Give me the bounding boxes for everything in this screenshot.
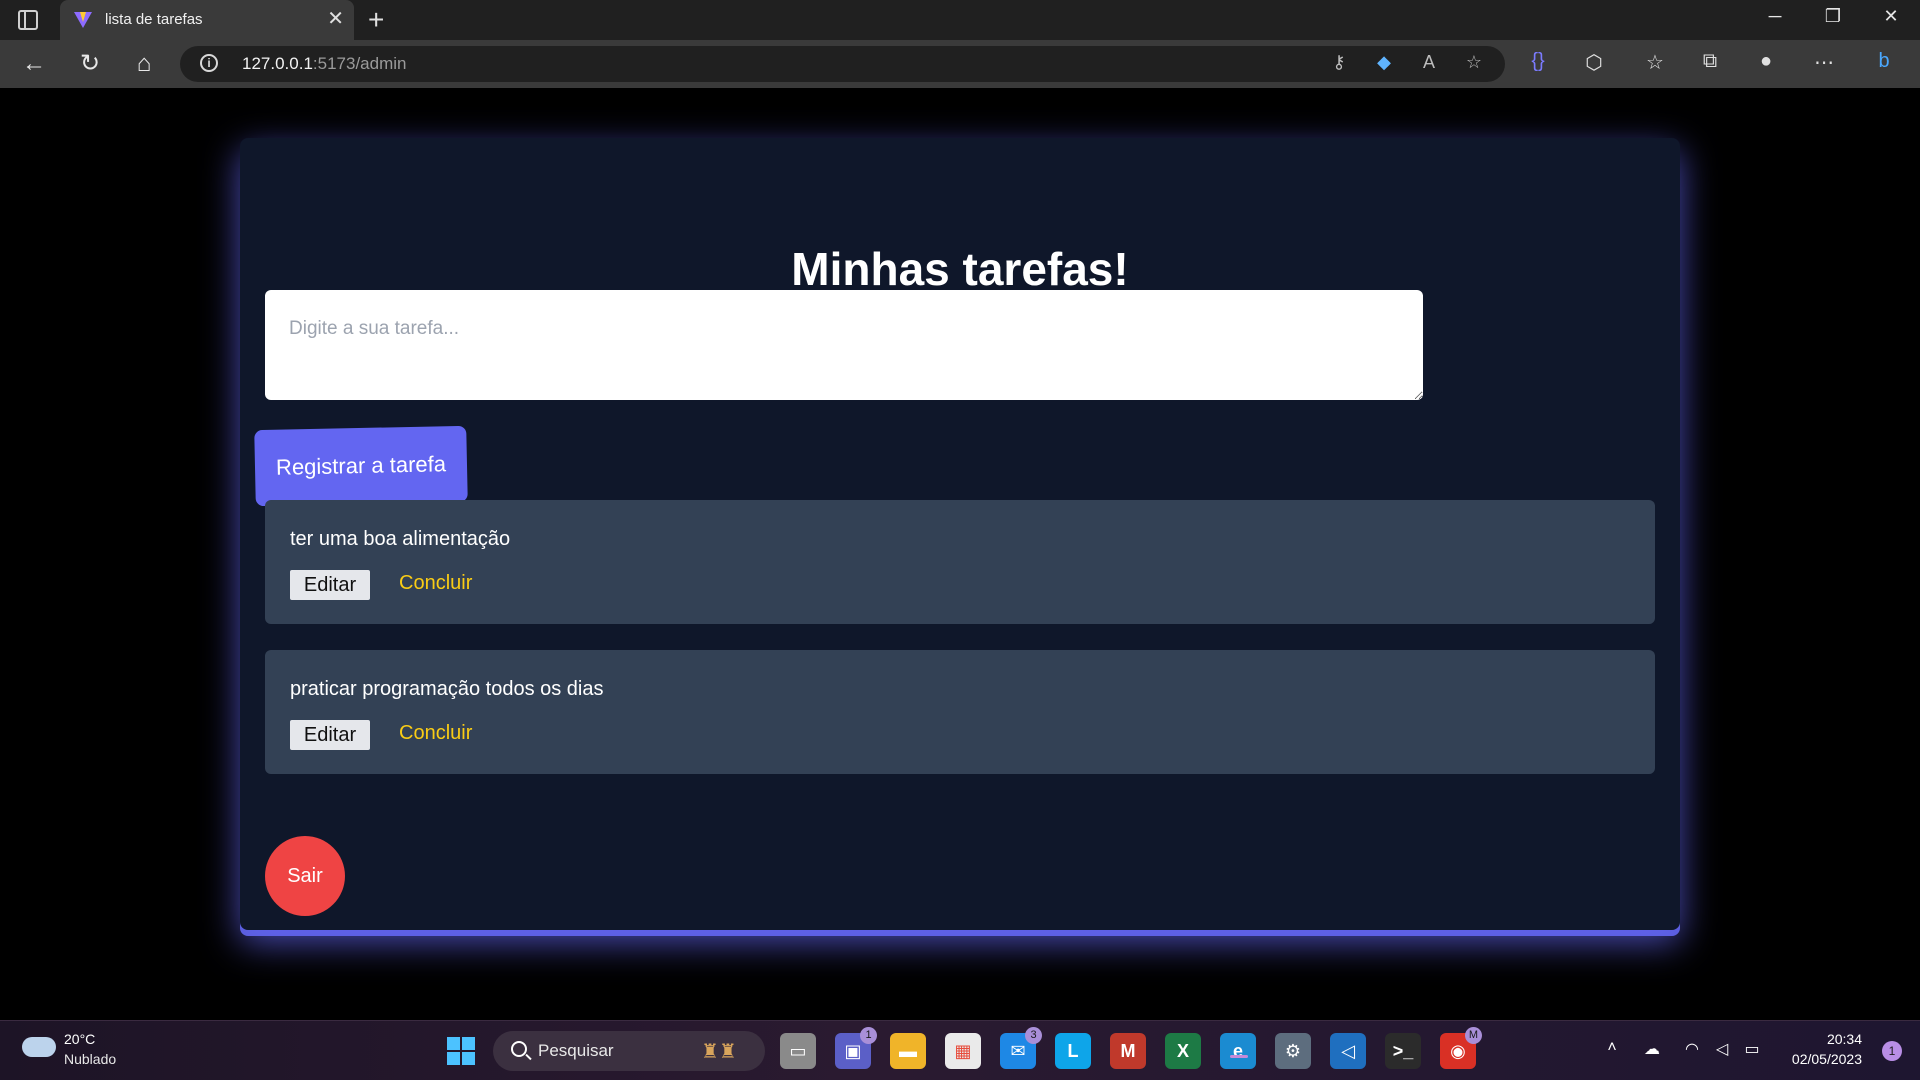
task-text: ter uma boa alimentação — [290, 528, 511, 550]
weather-temperature[interactable]: 20°C — [64, 1031, 95, 1047]
windows-start-icon[interactable] — [447, 1037, 475, 1065]
maximize-icon[interactable]: ❐ — [1810, 6, 1856, 27]
chevron-up-icon[interactable]: ˄ — [1600, 1039, 1624, 1057]
teams-badge: 1 — [860, 1027, 877, 1044]
favorites-icon[interactable]: ☆ — [1641, 50, 1669, 75]
more-options-icon[interactable]: ⋯ — [1810, 50, 1838, 75]
wifi-icon[interactable]: ◠ — [1680, 1039, 1704, 1059]
page-viewport: Minhas tarefas! Registrar a tarefa ter u… — [0, 88, 1920, 1020]
browser-toolbar: ← ↻ ⌂ i 127.0.0.1:5173/admin ⚷ ◆ A ☆ {} … — [0, 40, 1920, 88]
collections-icon[interactable]: ⧉ — [1696, 50, 1724, 73]
chrome-profile-badge: M — [1465, 1027, 1482, 1044]
edit-task-button[interactable]: Editar — [290, 720, 370, 750]
onedrive-cloud-icon[interactable]: ☁ — [1640, 1039, 1664, 1059]
complete-task-button[interactable]: Concluir — [399, 572, 472, 595]
mcafee-icon[interactable]: M — [1110, 1033, 1146, 1069]
key-icon[interactable]: ⚷ — [1327, 52, 1351, 73]
weather-description[interactable]: Nublado — [64, 1051, 116, 1067]
windows-taskbar: 20°C Nublado Pesquisar ♜♜ ▭ ▣ 1 ▬ ▦ ✉ 3 L … — [0, 1020, 1920, 1080]
register-task-button[interactable]: Registrar a tarefa — [254, 425, 468, 507]
teams-chat-icon[interactable]: ▣ 1 — [835, 1027, 877, 1069]
minimize-icon[interactable]: ─ — [1752, 6, 1798, 27]
edge-icon[interactable]: e — [1220, 1033, 1256, 1069]
back-icon[interactable]: ← — [20, 50, 48, 78]
cloud-weather-icon[interactable] — [22, 1037, 56, 1057]
active-app-indicator — [1230, 1055, 1248, 1058]
task-item: praticar programação todos os dias Edita… — [265, 650, 1655, 774]
address-bar[interactable]: i 127.0.0.1:5173/admin ⚷ ◆ A ☆ — [180, 46, 1505, 82]
add-favorite-icon[interactable]: ☆ — [1462, 52, 1486, 73]
chrome-icon[interactable]: ◉ M — [1440, 1027, 1482, 1069]
read-aloud-icon[interactable]: A — [1417, 52, 1441, 73]
battery-icon[interactable]: ▭ — [1740, 1039, 1764, 1059]
edit-task-button[interactable]: Editar — [290, 570, 370, 600]
browser-tab[interactable]: lista de tarefas ✕ — [60, 0, 354, 40]
url-path: :5173/admin — [312, 54, 407, 73]
site-info-icon[interactable]: i — [200, 54, 218, 72]
tab-actions-icon[interactable] — [18, 10, 38, 30]
vite-favicon-icon — [74, 12, 92, 28]
volume-icon[interactable]: ◁ — [1710, 1039, 1734, 1059]
clock-time[interactable]: 20:34 — [1827, 1031, 1862, 1047]
excel-icon[interactable]: X — [1165, 1033, 1201, 1069]
file-explorer-icon[interactable]: ▬ — [890, 1033, 926, 1069]
profile-avatar-icon[interactable]: ● — [1752, 50, 1780, 73]
home-icon[interactable]: ⌂ — [130, 50, 158, 78]
coupon-tag-icon[interactable]: ◆ — [1372, 52, 1396, 73]
logout-button[interactable]: Sair — [265, 836, 345, 916]
notification-badge[interactable]: 1 — [1882, 1041, 1902, 1061]
search-icon — [511, 1041, 527, 1057]
search-highlight-icon: ♜♜ — [701, 1041, 737, 1063]
task-view-icon[interactable]: ▭ — [780, 1033, 816, 1069]
mail-badge: 3 — [1025, 1027, 1042, 1044]
task-input[interactable] — [265, 290, 1423, 400]
extensions-icon[interactable]: ⬡ — [1580, 50, 1608, 75]
settings-gear-icon[interactable]: ⚙ — [1275, 1033, 1311, 1069]
clock-date[interactable]: 02/05/2023 — [1792, 1051, 1862, 1067]
mail-icon[interactable]: ✉ 3 — [1000, 1027, 1042, 1069]
reload-icon[interactable]: ↻ — [76, 50, 104, 78]
devtools-extension-icon[interactable]: {} — [1524, 50, 1552, 73]
new-tab-icon[interactable]: + — [368, 4, 384, 36]
todo-card: Minhas tarefas! Registrar a tarefa ter u… — [240, 138, 1680, 930]
url-text[interactable]: 127.0.0.1:5173/admin — [242, 54, 406, 74]
task-item: ter uma boa alimentação Editar Concluir — [265, 500, 1655, 624]
terminal-icon[interactable]: >_ — [1385, 1033, 1421, 1069]
taskbar-search[interactable]: Pesquisar ♜♜ — [493, 1031, 765, 1071]
tab-close-icon[interactable]: ✕ — [327, 8, 344, 30]
url-host: 127.0.0.1 — [242, 54, 313, 73]
tab-title: lista de tarefas — [105, 11, 203, 28]
search-label: Pesquisar — [538, 1041, 614, 1060]
bing-copilot-icon[interactable]: b — [1870, 50, 1898, 73]
vscode-icon[interactable]: ◁ — [1330, 1033, 1366, 1069]
complete-task-button[interactable]: Concluir — [399, 722, 472, 745]
page-title: Minhas tarefas! — [791, 243, 1129, 295]
browser-tab-bar: lista de tarefas ✕ + ─ ❐ ✕ — [0, 0, 1920, 40]
close-window-icon[interactable]: ✕ — [1868, 6, 1914, 27]
l-app-icon[interactable]: L — [1055, 1033, 1091, 1069]
microsoft-store-icon[interactable]: ▦ — [945, 1033, 981, 1069]
task-text: praticar programação todos os dias — [290, 678, 604, 700]
